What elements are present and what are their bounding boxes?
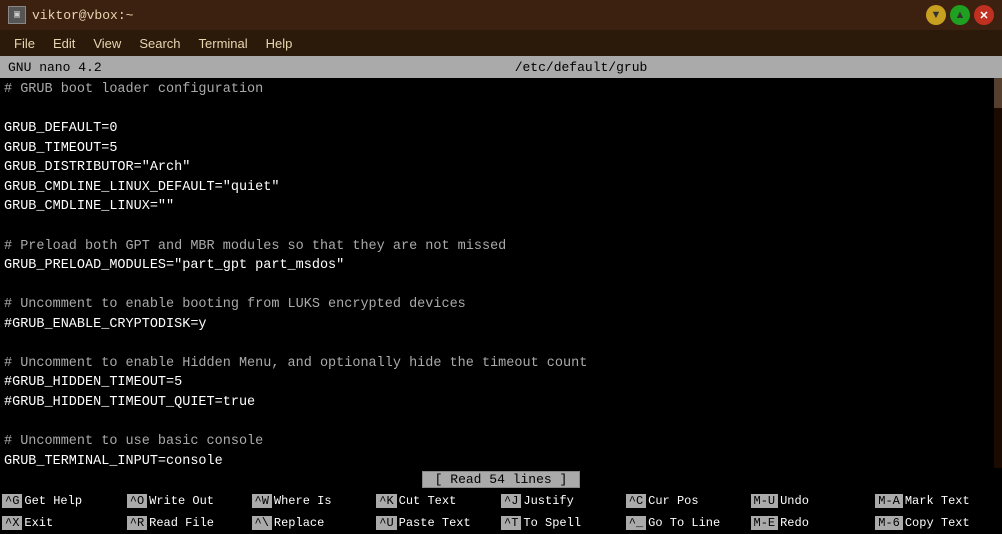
menu-bar: File Edit View Search Terminal Help bbox=[0, 30, 1002, 56]
minimize-button[interactable]: ▼ bbox=[926, 5, 946, 25]
shortcut-key-mark-text[interactable]: M-A bbox=[875, 494, 903, 508]
shortcut-key-cut-text[interactable]: ^K bbox=[376, 494, 396, 508]
shortcut-copy-text: M-6 Copy Text bbox=[875, 516, 1000, 530]
shortcut-key-redo[interactable]: M-E bbox=[751, 516, 779, 530]
line-15: # Uncomment to enable Hidden Menu, and o… bbox=[4, 356, 587, 371]
shortcut-redo: M-E Redo bbox=[751, 516, 876, 530]
line-12: # Uncomment to enable booting from LUKS … bbox=[4, 297, 466, 312]
shortcut-key-copy-text[interactable]: M-6 bbox=[875, 516, 903, 530]
title-bar: ▣ viktor@vbox:~ ▼ ▲ ✕ bbox=[0, 0, 1002, 30]
line-3: GRUB_DEFAULT=0 bbox=[4, 121, 117, 136]
menu-help[interactable]: Help bbox=[258, 34, 301, 53]
scrollbar-thumb[interactable] bbox=[994, 78, 1002, 108]
shortcut-label-go-to-line: Go To Line bbox=[648, 516, 720, 530]
shortcut-cur-pos: ^C Cur Pos bbox=[626, 494, 751, 508]
menu-view[interactable]: View bbox=[85, 34, 129, 53]
line-10: GRUB_PRELOAD_MODULES="part_gpt part_msdo… bbox=[4, 258, 344, 273]
menu-search[interactable]: Search bbox=[131, 34, 188, 53]
shortcut-go-to-line: ^_ Go To Line bbox=[626, 516, 751, 530]
shortcut-label-replace: Replace bbox=[274, 516, 324, 530]
shortcut-label-redo: Redo bbox=[780, 516, 809, 530]
shortcut-key-to-spell[interactable]: ^T bbox=[501, 516, 521, 530]
window-title: viktor@vbox:~ bbox=[32, 8, 133, 23]
nano-filename: /etc/default/grub bbox=[160, 56, 1002, 78]
editor-content[interactable]: # GRUB boot loader configuration GRUB_DE… bbox=[0, 78, 1002, 468]
shortcut-key-exit[interactable]: ^X bbox=[2, 516, 22, 530]
shortcut-label-undo: Undo bbox=[780, 494, 809, 508]
status-message: [ Read 54 lines ] bbox=[422, 471, 581, 488]
shortcut-key-justify[interactable]: ^J bbox=[501, 494, 521, 508]
shortcut-label-paste-text: Paste Text bbox=[399, 516, 471, 530]
shortcut-exit: ^X Exit bbox=[2, 516, 127, 530]
shortcut-key-undo[interactable]: M-U bbox=[751, 494, 779, 508]
line-4: GRUB_TIMEOUT=5 bbox=[4, 141, 117, 156]
shortcut-bar-row1: ^G Get Help ^O Write Out ^W Where Is ^K … bbox=[0, 490, 1002, 512]
shortcut-get-help: ^G Get Help bbox=[2, 494, 127, 508]
shortcut-write-out: ^O Write Out bbox=[127, 494, 252, 508]
window-icon: ▣ bbox=[8, 6, 26, 24]
window-icon-symbol: ▣ bbox=[14, 9, 20, 21]
shortcut-label-to-spell: To Spell bbox=[523, 516, 581, 530]
menu-file[interactable]: File bbox=[6, 34, 43, 53]
line-20: GRUB_TERMINAL_INPUT=console bbox=[4, 454, 223, 468]
shortcut-read-file: ^R Read File bbox=[127, 516, 252, 530]
line-13: #GRUB_ENABLE_CRYPTODISK=y bbox=[4, 317, 207, 332]
editor-area[interactable]: # GRUB boot loader configuration GRUB_DE… bbox=[0, 78, 1002, 468]
menu-terminal[interactable]: Terminal bbox=[191, 34, 256, 53]
shortcut-key-paste-text[interactable]: ^U bbox=[376, 516, 396, 530]
shortcut-label-justify: Justify bbox=[523, 494, 573, 508]
shortcut-justify: ^J Justify bbox=[501, 494, 626, 508]
line-16: #GRUB_HIDDEN_TIMEOUT=5 bbox=[4, 375, 182, 390]
title-bar-controls: ▼ ▲ ✕ bbox=[926, 5, 994, 25]
shortcut-key-go-to-line[interactable]: ^_ bbox=[626, 516, 646, 530]
line-7: GRUB_CMDLINE_LINUX="" bbox=[4, 199, 174, 214]
shortcut-where-is: ^W Where Is bbox=[252, 494, 377, 508]
shortcut-key-read-file[interactable]: ^R bbox=[127, 516, 147, 530]
nano-version: GNU nano 4.2 bbox=[0, 56, 160, 78]
shortcut-label-cut-text: Cut Text bbox=[399, 494, 457, 508]
nano-top-bar: GNU nano 4.2 /etc/default/grub bbox=[0, 56, 1002, 78]
shortcut-key-get-help[interactable]: ^G bbox=[2, 494, 22, 508]
shortcut-undo: M-U Undo bbox=[751, 494, 876, 508]
menu-edit[interactable]: Edit bbox=[45, 34, 83, 53]
shortcut-label-cur-pos: Cur Pos bbox=[648, 494, 698, 508]
line-6: GRUB_CMDLINE_LINUX_DEFAULT="quiet" bbox=[4, 180, 279, 195]
shortcut-label-get-help: Get Help bbox=[24, 494, 82, 508]
shortcut-label-where-is: Where Is bbox=[274, 494, 332, 508]
shortcut-label-copy-text: Copy Text bbox=[905, 516, 970, 530]
line-19: # Uncomment to use basic console bbox=[4, 434, 263, 449]
shortcut-cut-text: ^K Cut Text bbox=[376, 494, 501, 508]
shortcut-replace: ^\ Replace bbox=[252, 516, 377, 530]
shortcut-mark-text: M-A Mark Text bbox=[875, 494, 1000, 508]
shortcut-key-replace[interactable]: ^\ bbox=[252, 516, 272, 530]
shortcut-key-cur-pos[interactable]: ^C bbox=[626, 494, 646, 508]
shortcut-label-exit: Exit bbox=[24, 516, 53, 530]
line-1: # GRUB boot loader configuration bbox=[4, 82, 263, 97]
line-17: #GRUB_HIDDEN_TIMEOUT_QUIET=true bbox=[4, 395, 255, 410]
line-9: # Preload both GPT and MBR modules so th… bbox=[4, 239, 506, 254]
terminal-window: ▣ viktor@vbox:~ ▼ ▲ ✕ File Edit View Sea… bbox=[0, 0, 1002, 534]
shortcut-paste-text: ^U Paste Text bbox=[376, 516, 501, 530]
shortcut-label-write-out: Write Out bbox=[149, 494, 214, 508]
shortcut-label-mark-text: Mark Text bbox=[905, 494, 970, 508]
line-5: GRUB_DISTRIBUTOR="Arch" bbox=[4, 160, 190, 175]
shortcut-key-write-out[interactable]: ^O bbox=[127, 494, 147, 508]
close-button[interactable]: ✕ bbox=[974, 5, 994, 25]
scrollbar[interactable] bbox=[994, 78, 1002, 468]
shortcut-to-spell: ^T To Spell bbox=[501, 516, 626, 530]
shortcut-label-read-file: Read File bbox=[149, 516, 214, 530]
shortcut-bar-row2: ^X Exit ^R Read File ^\ Replace ^U Paste… bbox=[0, 512, 1002, 534]
shortcut-key-where-is[interactable]: ^W bbox=[252, 494, 272, 508]
status-bar: [ Read 54 lines ] bbox=[0, 468, 1002, 490]
title-bar-left: ▣ viktor@vbox:~ bbox=[8, 6, 133, 24]
maximize-button[interactable]: ▲ bbox=[950, 5, 970, 25]
